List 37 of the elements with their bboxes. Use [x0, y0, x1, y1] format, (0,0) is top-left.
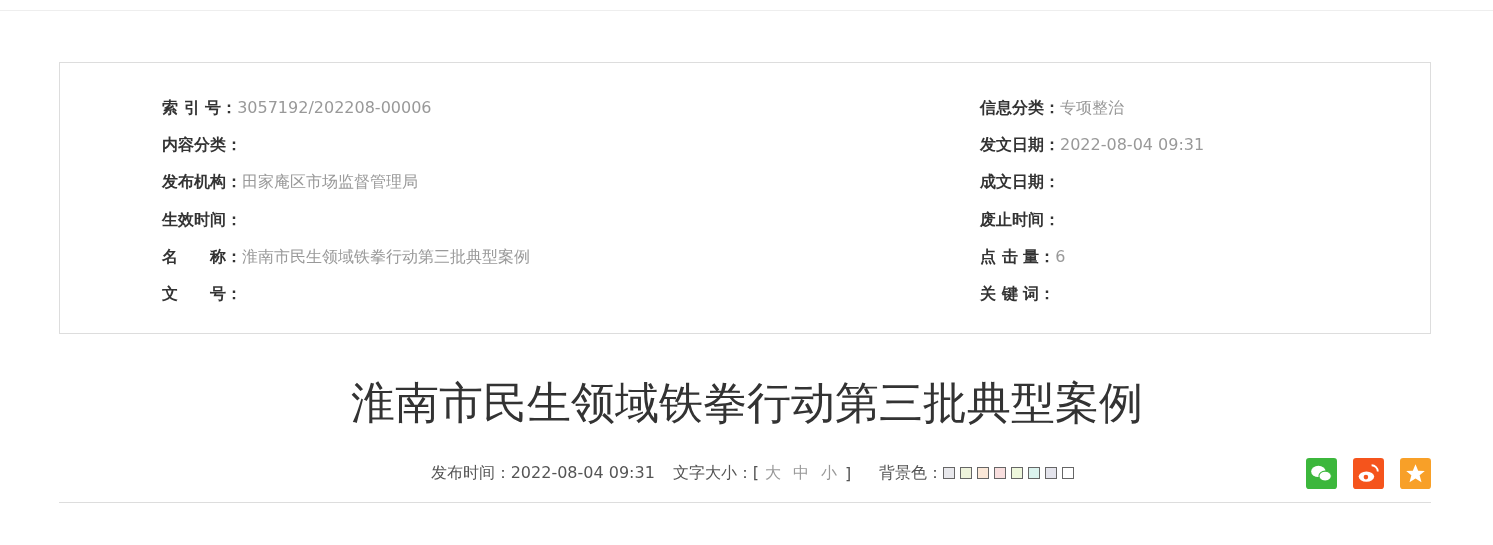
publish-time: 发布时间：2022-08-04 09:31: [430, 462, 655, 484]
field-label: 文 号：: [162, 283, 242, 303]
field-value: 田家庵区市场监督管理局: [242, 172, 418, 192]
field-value: 3057192/202208-00006: [237, 98, 432, 117]
color-swatch[interactable]: [977, 467, 990, 479]
field-value: 专项整治: [1060, 98, 1124, 117]
field-label: 发布机构：: [162, 172, 242, 192]
color-swatch[interactable]: [960, 467, 973, 479]
font-size-link[interactable]: 中: [793, 462, 810, 484]
field-label: 索 引 号：: [162, 98, 238, 117]
font-size-label: 文字大小：[: [672, 462, 760, 484]
color-swatch[interactable]: [1011, 467, 1024, 479]
field-label: 信息分类：: [980, 98, 1060, 117]
bracket: ]: [845, 463, 852, 483]
field-label: 废止时间：: [980, 209, 1060, 229]
weibo-share-icon[interactable]: [1353, 458, 1384, 489]
color-swatch[interactable]: [1062, 467, 1075, 479]
field-label: 点 击 量：: [980, 246, 1056, 266]
field-value: 淮南市民生领域铁拳行动第三批典型案例: [242, 246, 530, 266]
wechat-share-icon[interactable]: [1306, 458, 1337, 489]
field-label: 关 键 词：: [980, 283, 1056, 303]
color-swatch[interactable]: [1028, 467, 1041, 479]
field-value: 2022-08-04 09:31: [1060, 135, 1205, 155]
field-label: 成文日期：: [980, 172, 1060, 192]
font-size-link[interactable]: 大: [765, 462, 782, 484]
field-value: 6: [1055, 246, 1066, 266]
field-label: 内容分类：: [162, 135, 242, 155]
article-title: 淮南市民生领域铁拳行动第三批典型案例: [349, 376, 1144, 430]
star-share-icon[interactable]: [1400, 458, 1431, 489]
color-swatch[interactable]: [943, 467, 956, 479]
field-label: 发文日期：: [980, 135, 1060, 155]
field-label: 名 称：: [162, 246, 242, 266]
font-size-link[interactable]: 小: [821, 462, 838, 484]
color-swatch[interactable]: [1045, 467, 1058, 479]
background-color-label: 背景色：: [879, 462, 944, 484]
color-swatch[interactable]: [994, 467, 1007, 479]
field-label: 生效时间：: [162, 209, 242, 229]
